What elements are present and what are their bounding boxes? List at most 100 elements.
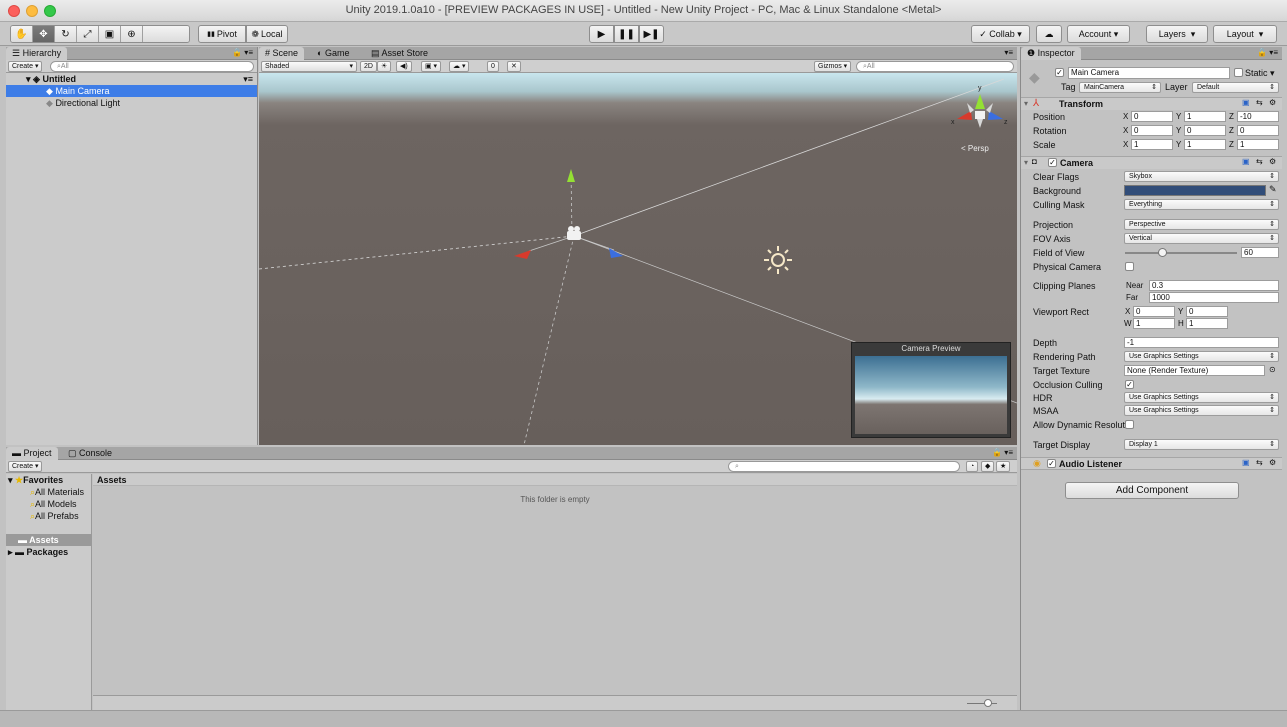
- position-x-field[interactable]: 0: [1131, 111, 1173, 122]
- hierarchy-item-directional-light[interactable]: ◆ Directional Light: [6, 97, 257, 109]
- physical-camera-checkbox[interactable]: [1125, 262, 1134, 271]
- perspective-label[interactable]: < Persp: [961, 144, 989, 153]
- tab-console[interactable]: ▢ Console: [62, 447, 118, 460]
- gear-icon[interactable]: ⚙: [1269, 157, 1276, 166]
- viewport-y-field[interactable]: 0: [1186, 306, 1228, 317]
- fov-slider-thumb[interactable]: [1158, 248, 1168, 257]
- scene-viewport[interactable]: x z y < Persp Camera Preview: [259, 73, 1017, 445]
- project-breadcrumb[interactable]: Assets: [93, 474, 1017, 486]
- help-book-icon[interactable]: ▣: [1242, 98, 1250, 107]
- cloud-button[interactable]: ☁: [1036, 25, 1062, 43]
- fov-axis-dropdown[interactable]: Vertical: [1124, 233, 1279, 244]
- filter-by-type-icon[interactable]: ◔: [966, 461, 979, 472]
- scale-tool-icon[interactable]: ⤢: [77, 26, 99, 42]
- hidden-objects-count[interactable]: 0: [487, 61, 499, 72]
- preset-icon[interactable]: ⇆: [1256, 458, 1263, 467]
- filter-by-label-icon[interactable]: ◆: [981, 461, 995, 472]
- depth-field[interactable]: -1: [1124, 337, 1279, 348]
- hdr-dropdown[interactable]: Use Graphics Settings: [1124, 392, 1279, 403]
- rotation-y-field[interactable]: 0: [1184, 125, 1226, 136]
- viewport-w-field[interactable]: 1: [1133, 318, 1175, 329]
- hand-tool-icon[interactable]: ✋: [11, 26, 33, 42]
- hierarchy-search-input[interactable]: ⌕All: [50, 61, 254, 72]
- scale-y-field[interactable]: 1: [1184, 139, 1226, 150]
- scale-z-field[interactable]: 1: [1237, 139, 1279, 150]
- panel-menu-icon[interactable]: ▾≡: [1004, 48, 1013, 57]
- tab-game[interactable]: ◐ Game: [311, 47, 355, 60]
- play-button[interactable]: ▶: [589, 25, 614, 43]
- gear-icon[interactable]: ⚙: [1269, 98, 1276, 107]
- audio-toggle-icon[interactable]: ◀): [396, 61, 412, 72]
- favorites-item[interactable]: ▾ ★Favorites: [6, 474, 91, 486]
- scene-search-input[interactable]: ⌕All: [856, 61, 1014, 72]
- panel-menu-icon[interactable]: 🔒 ▾≡: [232, 48, 253, 57]
- audio-listener-header[interactable]: ◉ ✓ Audio Listener ▣ ⇆ ⚙: [1021, 457, 1282, 470]
- camera-header[interactable]: ▾ ◘ ✓ Camera ▣ ⇆ ⚙: [1021, 156, 1282, 169]
- background-color-field[interactable]: [1124, 185, 1266, 196]
- hierarchy-create-button[interactable]: Create ▾: [8, 61, 43, 72]
- panel-menu-icon[interactable]: 🔒 ▾≡: [992, 448, 1013, 457]
- toggle-2d-button[interactable]: 2D: [360, 61, 377, 72]
- rotation-x-field[interactable]: 0: [1131, 125, 1173, 136]
- custom-tool-button[interactable]: [143, 26, 189, 42]
- projection-dropdown[interactable]: Perspective: [1124, 219, 1279, 230]
- favorite-all-models[interactable]: ⌕All Models: [6, 498, 91, 510]
- rect-tool-icon[interactable]: ▣: [99, 26, 121, 42]
- occlusion-culling-checkbox[interactable]: ✓: [1125, 380, 1134, 389]
- favorite-star-icon[interactable]: ★: [996, 461, 1011, 472]
- add-component-button[interactable]: Add Component: [1065, 482, 1239, 499]
- assets-folder-item[interactable]: ▬ Assets: [6, 534, 91, 546]
- object-picker-icon[interactable]: ⊙: [1269, 365, 1276, 374]
- eyedropper-icon[interactable]: ✎: [1269, 184, 1277, 195]
- layout-button[interactable]: Layout ▾: [1213, 25, 1277, 43]
- fov-slider-track[interactable]: [1125, 252, 1237, 254]
- pause-button[interactable]: ❚❚: [614, 25, 639, 43]
- preset-icon[interactable]: ⇆: [1256, 157, 1263, 166]
- rotate-tool-icon[interactable]: ↻: [55, 26, 77, 42]
- tab-asset-store[interactable]: ▤ Asset Store: [365, 47, 434, 60]
- move-tool-icon[interactable]: ✥: [33, 26, 55, 42]
- object-name-field[interactable]: Main Camera: [1068, 67, 1230, 79]
- panel-menu-icon[interactable]: 🔒 ▾≡: [1257, 48, 1278, 57]
- scene-orientation-gizmo[interactable]: x z y: [951, 85, 1008, 128]
- layers-button[interactable]: Layers ▾: [1146, 25, 1208, 43]
- shading-mode-dropdown[interactable]: Shaded ▾: [261, 61, 357, 72]
- dynamic-resolution-checkbox[interactable]: [1125, 420, 1134, 429]
- icon-size-slider-thumb[interactable]: [984, 699, 992, 707]
- layer-dropdown[interactable]: Default: [1192, 82, 1279, 93]
- position-z-field[interactable]: -10: [1237, 111, 1279, 122]
- culling-mask-dropdown[interactable]: Everything: [1124, 199, 1279, 210]
- icon-size-slider[interactable]: [967, 703, 997, 704]
- active-checkbox[interactable]: ✓: [1055, 68, 1064, 77]
- scene-root-item[interactable]: ▾ ◈ Untitled ▾≡: [6, 73, 257, 85]
- tab-inspector[interactable]: ❶ Inspector: [1021, 47, 1081, 60]
- static-dropdown[interactable]: Static ▾: [1245, 68, 1275, 79]
- scene-visibility-icon[interactable]: ☁ ▾: [449, 61, 470, 72]
- gear-icon[interactable]: ⚙: [1269, 458, 1276, 467]
- viewport-x-field[interactable]: 0: [1133, 306, 1175, 317]
- tab-hierarchy[interactable]: ☰ Hierarchy: [6, 47, 68, 60]
- scale-x-field[interactable]: 1: [1131, 139, 1173, 150]
- packages-folder-item[interactable]: ▸ ▬ Packages: [6, 546, 91, 558]
- preset-icon[interactable]: ⇆: [1256, 98, 1263, 107]
- account-button[interactable]: Account ▾: [1067, 25, 1130, 43]
- gizmos-dropdown[interactable]: Gizmos ▾: [814, 61, 852, 72]
- transform-tool-icon[interactable]: ⊕: [121, 26, 143, 42]
- transform-header[interactable]: ▾ ⅄ Transform ▣ ⇆ ⚙: [1021, 97, 1282, 110]
- directional-light-icon[interactable]: [764, 246, 792, 274]
- collab-button[interactable]: ✓ Collab ▾: [971, 25, 1030, 43]
- viewport-h-field[interactable]: 1: [1186, 318, 1228, 329]
- tag-dropdown[interactable]: MainCamera: [1079, 82, 1161, 93]
- lighting-toggle-icon[interactable]: ☀: [377, 61, 392, 72]
- help-book-icon[interactable]: ▣: [1242, 458, 1250, 467]
- clear-flags-dropdown[interactable]: Skybox: [1124, 171, 1279, 182]
- tools-settings-icon[interactable]: ✕: [507, 61, 521, 72]
- local-button[interactable]: ❁ Local: [246, 25, 288, 43]
- target-display-dropdown[interactable]: Display 1: [1124, 439, 1279, 450]
- tab-scene[interactable]: # Scene: [259, 47, 305, 60]
- hierarchy-item-main-camera[interactable]: ◆ Main Camera: [6, 85, 257, 97]
- pivot-button[interactable]: ▮▮ Pivot: [198, 25, 246, 43]
- effects-toggle-icon[interactable]: ▣ ▾: [421, 61, 442, 72]
- step-button[interactable]: ▶❚: [639, 25, 664, 43]
- favorite-all-materials[interactable]: ⌕All Materials: [6, 486, 91, 498]
